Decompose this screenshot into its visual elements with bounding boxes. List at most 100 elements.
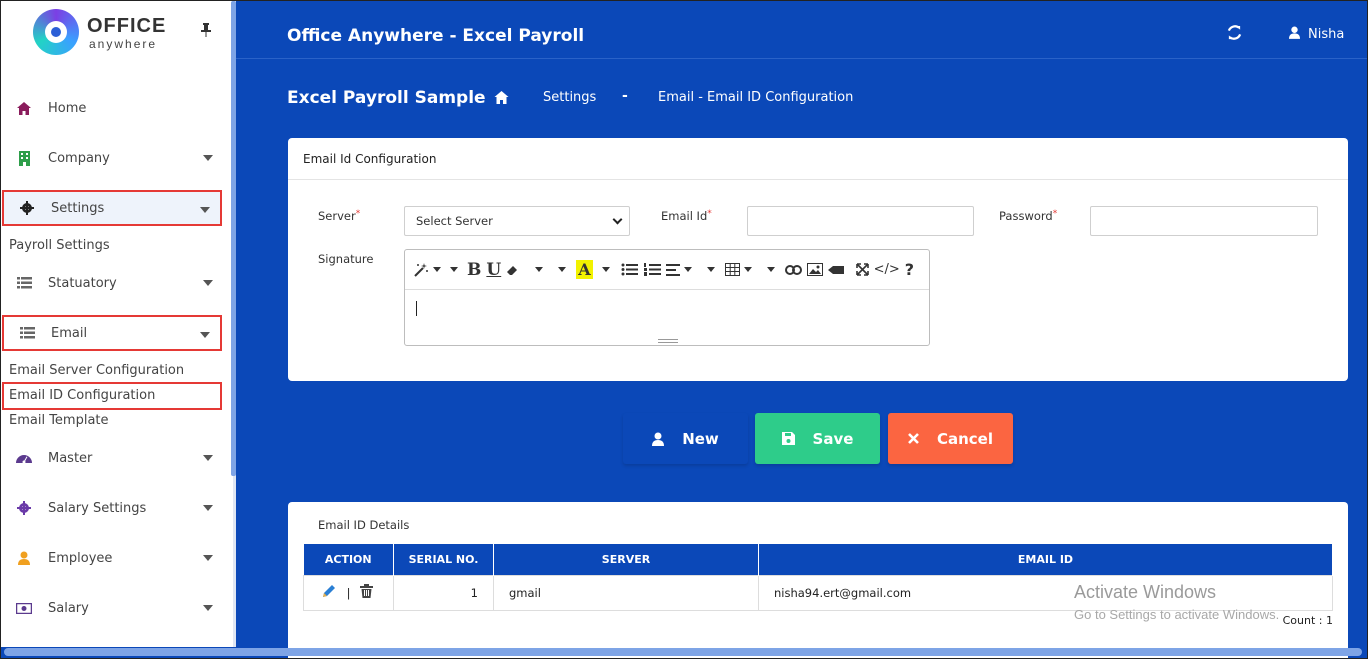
- table-icon[interactable]: [724, 263, 752, 276]
- fullscreen-icon[interactable]: [855, 263, 869, 276]
- user-icon: [652, 432, 665, 446]
- bold-icon[interactable]: B: [467, 260, 481, 280]
- sidebar-item-label: Master: [48, 450, 93, 466]
- numbered-list-icon[interactable]: [643, 263, 661, 276]
- refresh-icon[interactable]: [1227, 25, 1242, 44]
- chevron-down-icon: [203, 280, 213, 286]
- line-height-dropdown-icon[interactable]: [703, 267, 715, 272]
- sidebar-item-master[interactable]: Master: [1, 440, 223, 476]
- underline-icon[interactable]: U: [486, 260, 501, 280]
- align-icon[interactable]: [665, 263, 692, 276]
- floppy-icon: [781, 432, 795, 445]
- table-header-row: ACTION SERIAL NO. SERVER EMAIL ID: [303, 544, 1333, 575]
- editor-toolbar: B U A </> ?: [405, 250, 929, 290]
- gear-icon: [16, 500, 32, 516]
- text-color-icon[interactable]: A: [576, 260, 593, 279]
- sidebar-subitem-email-id[interactable]: Email ID Configuration: [9, 388, 155, 403]
- user-menu[interactable]: Nisha: [1289, 26, 1344, 43]
- video-icon[interactable]: [827, 265, 844, 275]
- logo-word2: anywhere: [89, 37, 158, 51]
- dashboard-icon: [16, 450, 32, 466]
- font-dropdown-icon[interactable]: [446, 267, 458, 272]
- activation-watermark-title: Activate Windows: [1074, 582, 1217, 602]
- password-label: Password*: [999, 209, 1057, 223]
- sidebar-subitem-email-server[interactable]: Email Server Configuration: [9, 363, 184, 378]
- password-input[interactable]: [1090, 206, 1318, 236]
- sidebar-item-statuatory[interactable]: Statuatory: [1, 265, 223, 301]
- save-button[interactable]: Save: [755, 413, 880, 464]
- sidebar-subitem-payroll-settings[interactable]: Payroll Settings: [9, 238, 110, 253]
- building-icon: [16, 150, 32, 166]
- action-separator: |: [346, 585, 351, 600]
- server-cell: gmail: [493, 574, 759, 611]
- sidebar-item-label: Settings: [51, 200, 105, 216]
- email-id-label: Email Id*: [661, 209, 712, 223]
- server-label: Server*: [318, 209, 360, 223]
- sidebar-item-label: Email: [51, 325, 88, 341]
- card-title: Email Id Configuration: [288, 138, 1348, 180]
- eraser-icon[interactable]: [506, 264, 518, 276]
- logo-word1: OFFICE: [87, 15, 167, 37]
- signature-label: Signature: [318, 252, 374, 266]
- edit-icon[interactable]: [321, 583, 337, 602]
- column-header-email-id: EMAIL ID: [758, 544, 1333, 575]
- sidebar-item-label: Company: [48, 150, 110, 166]
- sidebar-item-label: Home: [48, 100, 87, 116]
- sidebar: OFFICE anywhere Home Company Settings Pa…: [1, 1, 233, 647]
- style-dropdown-icon[interactable]: [554, 267, 567, 272]
- sidebar-item-salary-settings[interactable]: Salary Settings: [1, 490, 223, 526]
- pin-icon[interactable]: [201, 23, 211, 41]
- server-label-text: Server: [318, 209, 356, 223]
- new-button-label: New: [682, 429, 719, 448]
- sidebar-subitem-email-template[interactable]: Email Template: [9, 413, 109, 428]
- sidebar-item-settings[interactable]: Settings: [2, 190, 222, 226]
- action-cell: |: [303, 574, 394, 611]
- sidebar-item-label: Statuatory: [48, 275, 117, 291]
- signature-editor[interactable]: B U A </> ?: [404, 249, 930, 346]
- email-id-input[interactable]: [747, 206, 974, 236]
- list-icon: [16, 275, 32, 291]
- sidebar-item-home[interactable]: Home: [1, 90, 223, 126]
- chevron-down-icon: [203, 155, 213, 161]
- page-title: Excel Payroll Sample: [287, 88, 486, 108]
- breadcrumb-current: Email - Email ID Configuration: [658, 90, 854, 105]
- record-count: Count : 1: [1282, 614, 1333, 627]
- server-select[interactable]: Select Server: [404, 206, 630, 236]
- insert-dropdown-icon[interactable]: [763, 267, 775, 272]
- activation-watermark-subtitle: Go to Settings to activate Windows.: [1074, 607, 1280, 622]
- chevron-down-icon: [203, 505, 213, 511]
- chevron-down-icon: [200, 207, 210, 213]
- link-icon[interactable]: [784, 264, 802, 275]
- column-header-action: ACTION: [303, 544, 394, 575]
- horizontal-scrollbar[interactable]: [4, 648, 1362, 656]
- cancel-button[interactable]: Cancel: [888, 413, 1013, 464]
- close-icon: [908, 433, 919, 444]
- magic-wand-icon[interactable]: [413, 262, 441, 278]
- cancel-button-label: Cancel: [936, 429, 993, 448]
- sidebar-item-salary[interactable]: Salary: [1, 590, 223, 626]
- sidebar-item-label: Salary: [48, 600, 89, 616]
- bullet-list-icon[interactable]: [620, 263, 638, 276]
- sidebar-item-email[interactable]: Email: [2, 315, 222, 351]
- chevron-down-icon: [200, 332, 210, 338]
- breadcrumb-link-settings[interactable]: Settings: [543, 90, 596, 105]
- money-icon: [16, 600, 32, 616]
- font-size-dropdown-icon[interactable]: [531, 267, 544, 272]
- logo: OFFICE anywhere: [33, 9, 183, 55]
- image-icon[interactable]: [806, 263, 823, 276]
- column-header-server: SERVER: [493, 544, 759, 575]
- home-icon: [16, 100, 32, 116]
- email-id-details-card: Email ID Details ACTION SERIAL NO. SERVE…: [288, 502, 1348, 659]
- code-view-icon[interactable]: </>: [874, 262, 900, 277]
- resize-handle[interactable]: [658, 339, 678, 343]
- home-icon[interactable]: [494, 89, 509, 108]
- sidebar-item-label: Salary Settings: [48, 500, 147, 516]
- new-button[interactable]: New: [623, 413, 748, 464]
- color-dropdown-icon[interactable]: [598, 267, 610, 272]
- delete-icon[interactable]: [360, 584, 374, 601]
- sidebar-item-company[interactable]: Company: [1, 140, 223, 176]
- save-button-label: Save: [812, 429, 854, 448]
- gear-icon: [19, 200, 35, 216]
- help-icon[interactable]: ?: [905, 260, 914, 279]
- sidebar-item-employee[interactable]: Employee: [1, 540, 223, 576]
